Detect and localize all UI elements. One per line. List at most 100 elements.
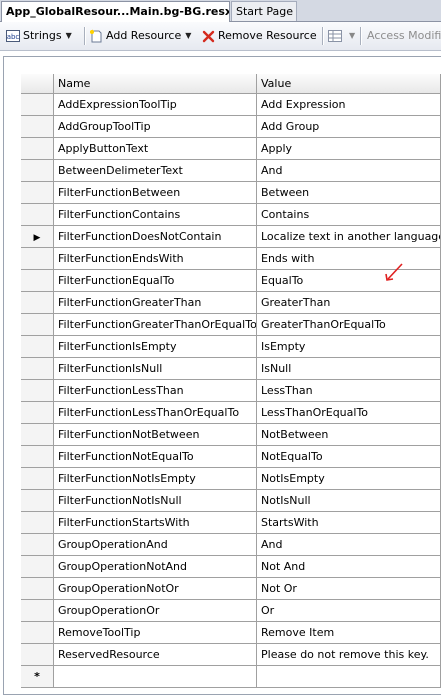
row-header[interactable] — [21, 534, 54, 556]
resource-value-cell[interactable]: IsEmpty — [257, 336, 441, 358]
row-header[interactable] — [21, 94, 54, 116]
resource-value-cell[interactable]: Add Expression — [257, 94, 441, 116]
toolbar-separator — [84, 27, 86, 45]
views-dropdown[interactable]: ▼ — [328, 26, 355, 46]
resource-name-cell[interactable]: FilterFunctionNotBetween — [54, 424, 257, 446]
resource-value-cell[interactable]: EqualTo — [257, 270, 441, 292]
resource-value-cell[interactable]: And — [257, 160, 441, 182]
new-row-header[interactable]: * — [21, 666, 54, 688]
row-header-corner[interactable] — [21, 74, 54, 94]
row-header[interactable] — [21, 556, 54, 578]
resource-name-cell[interactable]: FilterFunctionEqualTo — [54, 270, 257, 292]
row-header[interactable] — [21, 490, 54, 512]
row-header[interactable] — [21, 116, 54, 138]
row-header[interactable] — [21, 292, 54, 314]
resource-value-cell[interactable]: Localize text in another language — [257, 226, 441, 248]
resource-value-cell[interactable]: NotIsEmpty — [257, 468, 441, 490]
chevron-down-icon: ▼ — [349, 31, 356, 40]
resource-value-cell[interactable]: Contains — [257, 204, 441, 226]
resource-name-cell[interactable]: FilterFunctionContains — [54, 204, 257, 226]
resource-value-cell[interactable]: LessThanOrEqualTo — [257, 402, 441, 424]
resource-value-cell[interactable]: Ends with — [257, 248, 441, 270]
resource-value-cell[interactable]: NotIsNull — [257, 490, 441, 512]
resource-name-cell[interactable]: FilterFunctionNotIsNull — [54, 490, 257, 512]
resource-name-cell[interactable]: FilterFunctionGreaterThan — [54, 292, 257, 314]
resource-value-cell[interactable]: GreaterThan — [257, 292, 441, 314]
toolbar-separator — [322, 27, 324, 45]
new-value-cell[interactable] — [257, 666, 441, 688]
row-header[interactable] — [21, 468, 54, 490]
resource-name-cell[interactable]: FilterFunctionBetween — [54, 182, 257, 204]
resource-value-cell[interactable]: Not Or — [257, 578, 441, 600]
resource-name-cell[interactable]: GroupOperationNotOr — [54, 578, 257, 600]
current-row-arrow-icon: ▶ — [33, 233, 41, 243]
resource-value-cell[interactable]: Or — [257, 600, 441, 622]
resource-name-cell[interactable]: FilterFunctionLessThan — [54, 380, 257, 402]
resource-name-cell[interactable]: FilterFunctionIsNull — [54, 358, 257, 380]
resource-name-cell[interactable]: AddExpressionToolTip — [54, 94, 257, 116]
resource-name-cell[interactable]: ReservedResource — [54, 644, 257, 666]
add-resource-dropdown[interactable]: Add Resource ▼ — [89, 26, 191, 46]
column-header-value[interactable]: Value — [257, 74, 441, 94]
remove-resource-button[interactable]: Remove Resource — [202, 26, 317, 46]
row-header[interactable]: ▶ — [21, 226, 54, 248]
row-header[interactable] — [21, 138, 54, 160]
strings-dropdown[interactable]: abc Strings ▼ — [6, 26, 72, 46]
resource-value-cell[interactable]: LessThan — [257, 380, 441, 402]
resource-name-cell[interactable]: FilterFunctionNotEqualTo — [54, 446, 257, 468]
resource-value-cell[interactable]: StartsWith — [257, 512, 441, 534]
row-header[interactable] — [21, 336, 54, 358]
resource-name-cell[interactable]: GroupOperationOr — [54, 600, 257, 622]
row-header[interactable] — [21, 622, 54, 644]
resource-name-cell[interactable]: GroupOperationAnd — [54, 534, 257, 556]
remove-resource-label: Remove Resource — [218, 29, 317, 42]
column-header-name[interactable]: Name — [54, 74, 257, 94]
row-header[interactable] — [21, 182, 54, 204]
tab-start-page[interactable]: Start Page — [231, 1, 297, 21]
row-header[interactable] — [21, 446, 54, 468]
row-header[interactable] — [21, 314, 54, 336]
resource-value-cell[interactable]: IsNull — [257, 358, 441, 380]
resource-value-cell[interactable]: Between — [257, 182, 441, 204]
document-tab-strip: App_GlobalResour...Main.bg-BG.resx* Star… — [0, 0, 441, 22]
row-header[interactable] — [21, 204, 54, 226]
resource-name-cell[interactable]: FilterFunctionEndsWith — [54, 248, 257, 270]
row-header[interactable] — [21, 248, 54, 270]
resource-name-cell[interactable]: RemoveToolTip — [54, 622, 257, 644]
row-header[interactable] — [21, 160, 54, 182]
row-header[interactable] — [21, 380, 54, 402]
resource-name-cell[interactable]: FilterFunctionGreaterThanOrEqualTo — [54, 314, 257, 336]
resource-value-cell[interactable]: Apply — [257, 138, 441, 160]
resource-value-cell[interactable]: NotEqualTo — [257, 446, 441, 468]
resource-value-cell[interactable]: NotBetween — [257, 424, 441, 446]
chevron-down-icon: ▼ — [65, 31, 72, 40]
resource-name-cell[interactable]: GroupOperationNotAnd — [54, 556, 257, 578]
resource-value-cell[interactable]: GreaterThanOrEqualTo — [257, 314, 441, 336]
resource-name-cell[interactable]: FilterFunctionIsEmpty — [54, 336, 257, 358]
row-header[interactable] — [21, 270, 54, 292]
chevron-down-icon: ▼ — [185, 31, 192, 40]
resource-name-cell[interactable]: BetweenDelimeterText — [54, 160, 257, 182]
resource-name-cell[interactable]: FilterFunctionDoesNotContain — [54, 226, 257, 248]
resource-name-cell[interactable]: FilterFunctionLessThanOrEqualTo — [54, 402, 257, 424]
row-header[interactable] — [21, 424, 54, 446]
resource-value-cell[interactable]: And — [257, 534, 441, 556]
resource-name-cell[interactable]: AddGroupToolTip — [54, 116, 257, 138]
resource-name-cell[interactable]: FilterFunctionNotIsEmpty — [54, 468, 257, 490]
resource-name-cell[interactable]: FilterFunctionStartsWith — [54, 512, 257, 534]
resource-value-cell[interactable]: Please do not remove this key. — [257, 644, 441, 666]
resource-value-cell[interactable]: Not And — [257, 556, 441, 578]
row-header[interactable] — [21, 358, 54, 380]
access-modifier-dropdown[interactable]: Access Modifi — [367, 26, 441, 46]
row-header[interactable] — [21, 402, 54, 424]
row-header[interactable] — [21, 644, 54, 666]
tab-resx-file[interactable]: App_GlobalResour...Main.bg-BG.resx* — [1, 1, 230, 22]
new-name-cell[interactable] — [54, 666, 257, 688]
row-header[interactable] — [21, 512, 54, 534]
row-header[interactable] — [21, 600, 54, 622]
resource-value-cell[interactable]: Add Group — [257, 116, 441, 138]
row-header[interactable] — [21, 578, 54, 600]
resource-name-cell[interactable]: ApplyButtonText — [54, 138, 257, 160]
resource-value-cell[interactable]: Remove Item — [257, 622, 441, 644]
annotation-arrow-icon — [385, 263, 403, 281]
